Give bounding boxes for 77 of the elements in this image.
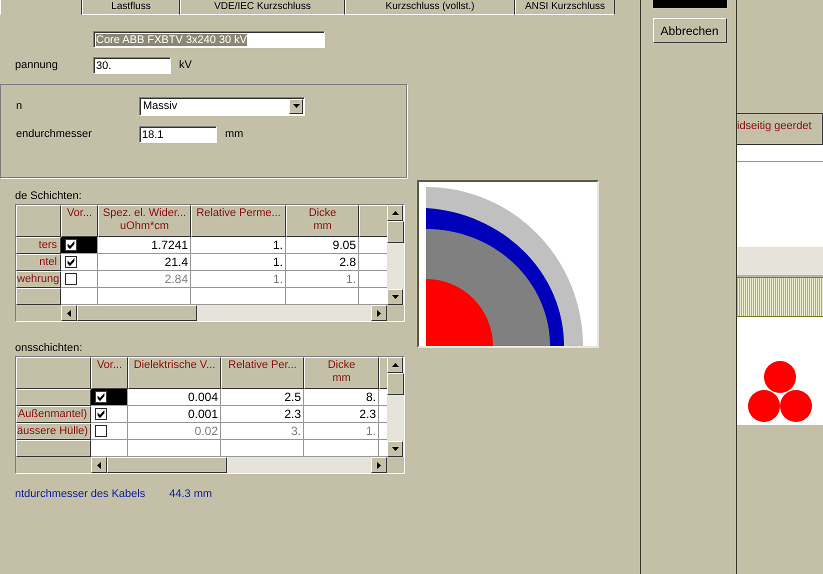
table-cell: 0.004 [128,389,221,406]
dropdown[interactable]: Massiv [139,96,305,116]
column-header[interactable]: Spez. el. Wider... uOhm*cm [98,205,191,237]
column-header[interactable]: Vor... [91,357,128,389]
checkbox[interactable] [65,239,77,251]
tab[interactable]: Kurzschluss (vollst.) [345,0,515,15]
row-header[interactable] [16,389,91,406]
table-cell: 9.05 [286,237,359,254]
horizontal-scrollbar[interactable] [61,305,387,321]
section-title: onsschichten: [14,341,84,356]
table-cell: 0.02 [128,423,221,440]
table-cell: 8. [304,389,379,406]
checkbox[interactable] [95,391,107,403]
table-cell: 21.4 [98,254,191,271]
scrollbar-thumb[interactable] [107,457,227,473]
unit-label: mm [225,128,244,140]
table-cell: 1. [304,423,379,440]
right-arrow-icon[interactable] [377,462,381,468]
scrollbar-thumb[interactable] [387,373,404,395]
table-cell [359,237,387,254]
vertical-scrollbar[interactable] [387,357,404,457]
table-cell: 3. [221,423,304,440]
scrollbar-thumb[interactable] [387,221,404,243]
left-arrow-icon[interactable] [97,462,101,468]
tab[interactable]: Lastfluss [82,0,180,15]
caret-icon [292,104,300,108]
field-label: endurchmesser [16,128,93,140]
horizontal-scrollbar[interactable] [91,457,387,473]
up-arrow-icon[interactable] [392,211,398,215]
down-arrow-icon[interactable] [392,447,398,451]
total-diameter-label: ntdurchmesser des Kabels [15,488,146,500]
header-corner [16,205,61,237]
tab[interactable]: VDE/IEC Kurzschluss [180,0,345,15]
table-cell [359,254,387,271]
row-header[interactable]: Außenmantel) [16,406,91,423]
column-header[interactable]: Dielektrische V... [128,357,221,389]
field-label: n [16,100,24,112]
row-header[interactable]: ters [16,237,61,254]
column-header[interactable]: Relative Per... [221,357,304,389]
tab[interactable]: ANSI Kurzschluss [515,0,615,15]
scrollbar-thumb[interactable] [77,305,197,321]
unit-label: kV [179,59,192,71]
three-circles-drawing [748,361,812,423]
cancel-button[interactable]: Abbrechen [652,18,726,43]
column-header[interactable]: Relative Perme... [191,205,286,237]
table-cell: 2.3 [221,406,304,423]
up-arrow-icon[interactable] [392,363,398,367]
table-cell [359,288,387,305]
row-header[interactable] [16,440,91,457]
column-header[interactable]: Dicke mm [286,205,359,237]
text-field[interactable]: 18.1 [139,126,217,142]
row-header[interactable] [16,288,61,305]
field-label: pannung [15,59,59,71]
table-cell: 2.3 [304,406,379,423]
table-cell: 1.7241 [98,237,191,254]
table-cell: 2.5 [221,389,304,406]
checkbox[interactable] [65,256,77,268]
table-cell: 1. [191,254,286,271]
table-cell [359,271,387,288]
down-arrow-icon[interactable] [392,295,398,299]
text-field[interactable]: 30. [93,56,171,74]
table-cell: 1. [191,271,286,288]
vertical-scrollbar[interactable] [387,205,404,305]
table-cell: 0.001 [128,406,221,423]
checkbox[interactable] [95,408,107,420]
row-header[interactable]: ntel [16,254,61,271]
section-title: de Schichten: [14,189,83,204]
left-arrow-icon[interactable] [67,310,71,316]
table-cell: 2.8 [286,254,359,271]
table-cell: 1. [286,271,359,288]
text-field[interactable]: Core ABB FXBTV 3x240 30 kV [93,30,325,48]
table-cell: 1. [191,237,286,254]
table-cell: 2.84 [98,271,191,288]
total-diameter-value: 44.3 mm [169,488,212,500]
right-arrow-icon[interactable] [377,310,381,316]
column-header[interactable]: Vor... [61,205,98,237]
column-header[interactable]: Dicke mm [304,357,379,389]
